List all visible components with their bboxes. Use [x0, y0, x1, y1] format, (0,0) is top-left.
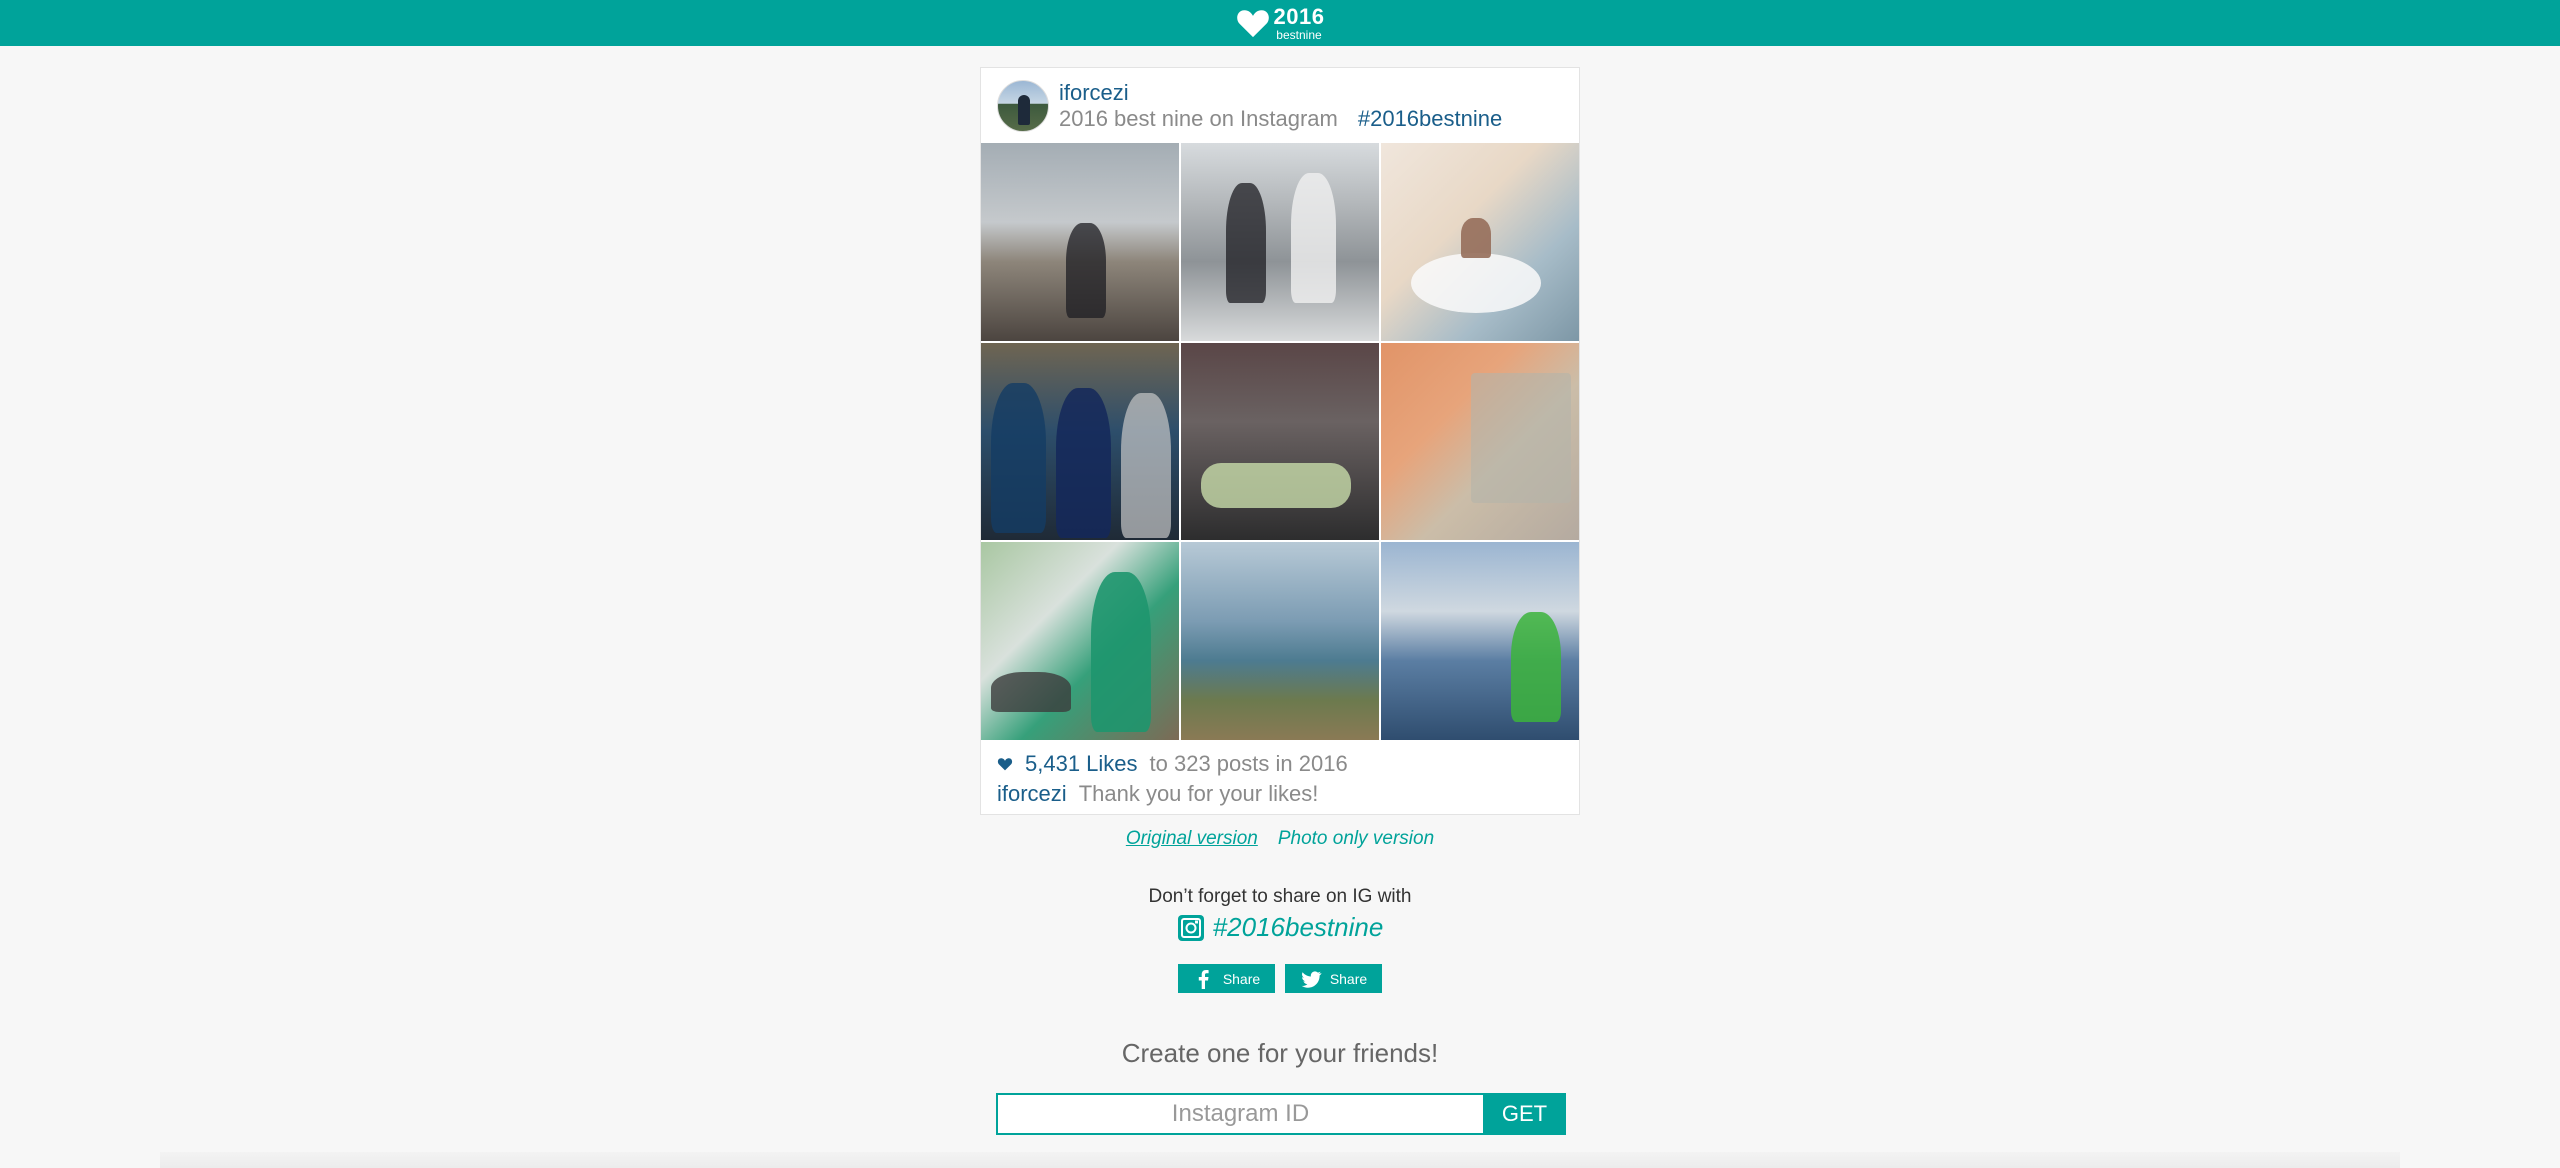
avatar: [997, 79, 1049, 132]
ig-hashtag: #2016bestnine: [0, 912, 2560, 943]
ig-hashtag-text[interactable]: #2016bestnine: [1213, 912, 1384, 943]
heart-icon: [997, 758, 1013, 771]
facebook-share-label: Share: [1222, 970, 1261, 987]
card-header: iforcezi 2016 best nine on Instagram #20…: [981, 68, 1579, 143]
thanks-row: iforcezi Thank you for your likes!: [997, 780, 1348, 808]
photo-2: [1181, 143, 1379, 341]
instagram-id-input[interactable]: [996, 1093, 1483, 1135]
likes-count: 5,431 Likes: [1025, 751, 1138, 776]
bestnine-card: iforcezi 2016 best nine on Instagram #20…: [980, 67, 1580, 815]
top-bar: 2016 bestnine: [0, 0, 2560, 46]
photo-4: [981, 342, 1179, 541]
version-switcher: Original version Photo only version: [0, 828, 2560, 850]
photo-6: [1381, 342, 1579, 541]
facebook-icon: [1198, 969, 1209, 989]
likes-summary: to 323 posts in 2016: [1149, 751, 1348, 776]
bottom-shade: [160, 1152, 2400, 1168]
card-header-text: iforcezi 2016 best nine on Instagram #20…: [1059, 80, 1502, 132]
logo-text: 2016 bestnine: [1273, 3, 1325, 42]
twitter-share-label: Share: [1329, 970, 1368, 987]
create-heading: Create one for your friends!: [1121, 1038, 1439, 1068]
thanks-username[interactable]: iforcezi: [997, 780, 1067, 808]
share-buttons: Share Share: [0, 964, 2560, 993]
likes-row: 5,431 Likes to 323 posts in 2016: [997, 750, 1348, 778]
heart-icon: [1236, 10, 1269, 38]
get-button[interactable]: GET: [1483, 1093, 1566, 1135]
logo-subtitle: bestnine: [1276, 27, 1322, 42]
photo-grid: [981, 143, 1579, 740]
thanks-message: Thank you for your likes!: [1078, 781, 1319, 806]
instagram-icon: [1177, 914, 1204, 941]
logo[interactable]: 2016 bestnine: [1236, 3, 1325, 42]
card-footer: 5,431 Likes to 323 posts in 2016 iforcez…: [997, 750, 1348, 808]
twitter-share-button[interactable]: Share: [1285, 964, 1382, 993]
photo-5: [1181, 342, 1379, 541]
photo-3: [1381, 143, 1579, 341]
photo-only-version-link[interactable]: Photo only version: [1278, 828, 1434, 850]
card-hashtag[interactable]: #2016bestnine: [1358, 106, 1502, 132]
photo-8: [1181, 542, 1379, 740]
logo-year: 2016: [1273, 3, 1325, 29]
twitter-icon: [1301, 970, 1322, 988]
get-form: GET: [996, 1093, 1566, 1135]
card-description: 2016 best nine on Instagram: [1059, 105, 1338, 131]
facebook-share-button[interactable]: Share: [1178, 964, 1275, 993]
share-instruction: Don’t forget to share on IG with: [1148, 886, 1412, 907]
photo-7: [981, 542, 1179, 740]
username[interactable]: iforcezi: [1059, 80, 1502, 106]
card-subtitle: 2016 best nine on Instagram #2016bestnin…: [1059, 106, 1502, 132]
photo-9: [1381, 542, 1579, 740]
photo-1: [981, 143, 1179, 341]
original-version-link[interactable]: Original version: [1126, 828, 1258, 850]
